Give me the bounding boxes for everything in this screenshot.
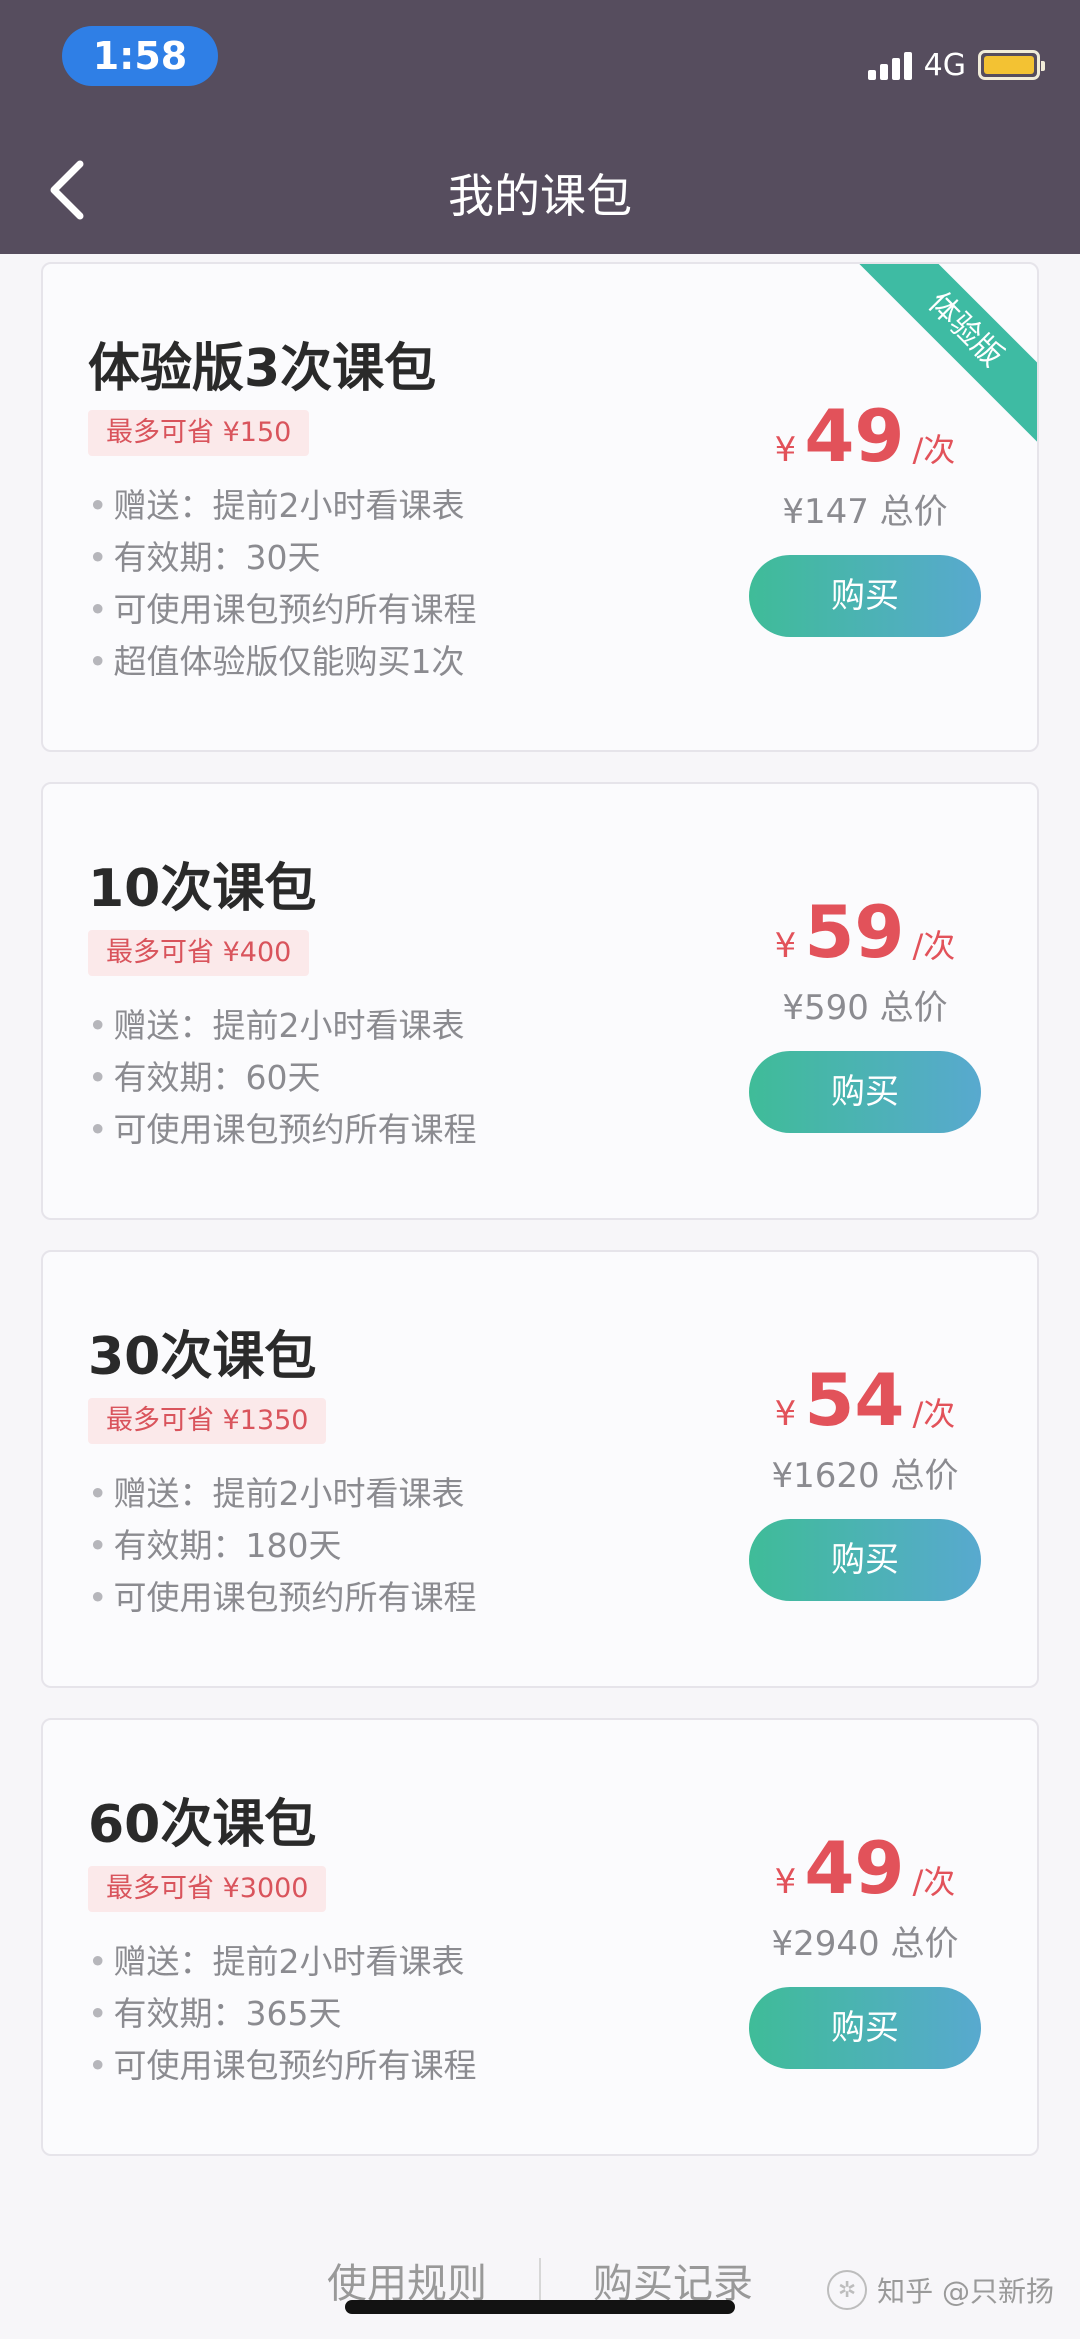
currency-symbol: ¥ — [774, 1862, 797, 1902]
feature-item: 有效期：365天 — [88, 1988, 476, 2040]
app-screen: 1:58 4G 我的课包 体验版 体验版3次课包 最多可省 ¥150 赠送：提前… — [0, 0, 1080, 2339]
save-badge: 最多可省 ¥1350 — [88, 1398, 327, 1444]
package-title: 60次课包 — [88, 1795, 317, 1855]
unit-price: ¥ 49 /次 — [745, 396, 985, 476]
price-unit: /次 — [912, 1863, 956, 1901]
home-indicator[interactable] — [345, 2300, 735, 2314]
package-title: 10次课包 — [88, 859, 317, 919]
signal-icon — [867, 50, 912, 80]
price-value: 49 — [804, 394, 905, 478]
total-price: ¥590 总价 — [782, 988, 948, 1028]
feature-item: 赠送：提前2小时看课表 — [88, 480, 476, 532]
package-card-60: 60次课包 最多可省 ¥3000 赠送：提前2小时看课表 有效期：365天 可使… — [41, 1718, 1039, 2156]
price-block: ¥ 54 /次 ¥1620 总价 购买 — [745, 1360, 985, 1601]
price-value: 54 — [804, 1358, 905, 1442]
total-price: ¥2940 总价 — [771, 1924, 959, 1964]
buy-button[interactable]: 购买 — [749, 555, 981, 637]
feature-item: 赠送：提前2小时看课表 — [88, 1000, 476, 1052]
feature-item: 可使用课包预约所有课程 — [88, 584, 476, 636]
buy-button[interactable]: 购买 — [749, 1987, 981, 2069]
price-unit: /次 — [912, 927, 956, 965]
top-bar: 1:58 4G 我的课包 — [0, 0, 1080, 254]
buy-button[interactable]: 购买 — [749, 1051, 981, 1133]
price-block: ¥ 49 /次 ¥2940 总价 购买 — [745, 1828, 985, 2069]
currency-symbol: ¥ — [774, 430, 797, 470]
battery-icon — [978, 50, 1045, 80]
feature-list: 赠送：提前2小时看课表 有效期：365天 可使用课包预约所有课程 — [88, 1936, 476, 2092]
price-block: ¥ 49 /次 ¥147 总价 购买 — [745, 396, 985, 637]
status-time: 1:58 — [62, 26, 218, 86]
feature-list: 赠送：提前2小时看课表 有效期：180天 可使用课包预约所有课程 — [88, 1468, 476, 1624]
feature-item: 有效期：30天 — [88, 532, 476, 584]
price-value: 59 — [804, 890, 905, 974]
feature-item: 赠送：提前2小时看课表 — [88, 1468, 476, 1520]
price-unit: /次 — [912, 431, 956, 469]
feature-list: 赠送：提前2小时看课表 有效期：30天 可使用课包预约所有课程 超值体验版仅能购… — [88, 480, 476, 688]
save-badge: 最多可省 ¥3000 — [88, 1866, 327, 1912]
wechat-icon: ✲ — [827, 2270, 868, 2310]
watermark: ✲ 知乎 @只新扬 — [827, 2270, 1054, 2310]
total-price: ¥1620 总价 — [771, 1456, 959, 1496]
page-title: 我的课包 — [448, 169, 632, 223]
feature-item: 可使用课包预约所有课程 — [88, 2040, 476, 2092]
feature-item: 赠送：提前2小时看课表 — [88, 1936, 476, 1988]
package-card-trial: 体验版 体验版3次课包 最多可省 ¥150 赠送：提前2小时看课表 有效期：30… — [41, 262, 1039, 752]
unit-price: ¥ 59 /次 — [745, 892, 985, 972]
feature-item: 可使用课包预约所有课程 — [88, 1104, 476, 1156]
watermark-text: 知乎 @只新扬 — [877, 2275, 1054, 2308]
package-card-10: 10次课包 最多可省 ¥400 赠送：提前2小时看课表 有效期：60天 可使用课… — [41, 782, 1039, 1220]
package-card-30: 30次课包 最多可省 ¥1350 赠送：提前2小时看课表 有效期：180天 可使… — [41, 1250, 1039, 1688]
unit-price: ¥ 49 /次 — [745, 1828, 985, 1908]
package-title: 体验版3次课包 — [88, 339, 437, 399]
feature-item: 有效期：60天 — [88, 1052, 476, 1104]
save-badge: 最多可省 ¥150 — [88, 410, 310, 456]
save-badge: 最多可省 ¥400 — [88, 930, 310, 976]
currency-symbol: ¥ — [774, 1394, 797, 1434]
price-value: 49 — [804, 1826, 905, 1910]
total-price: ¥147 总价 — [782, 492, 948, 532]
feature-list: 赠送：提前2小时看课表 有效期：60天 可使用课包预约所有课程 — [88, 1000, 476, 1156]
package-title: 30次课包 — [88, 1327, 317, 1387]
feature-item: 超值体验版仅能购买1次 — [88, 636, 476, 688]
currency-symbol: ¥ — [774, 926, 797, 966]
price-block: ¥ 59 /次 ¥590 总价 购买 — [745, 892, 985, 1133]
network-label: 4G — [923, 47, 966, 83]
feature-item: 有效期：180天 — [88, 1520, 476, 1572]
feature-item: 可使用课包预约所有课程 — [88, 1572, 476, 1624]
unit-price: ¥ 54 /次 — [745, 1360, 985, 1440]
price-unit: /次 — [912, 1395, 956, 1433]
buy-button[interactable]: 购买 — [749, 1519, 981, 1601]
status-indicators: 4G — [867, 45, 1045, 85]
